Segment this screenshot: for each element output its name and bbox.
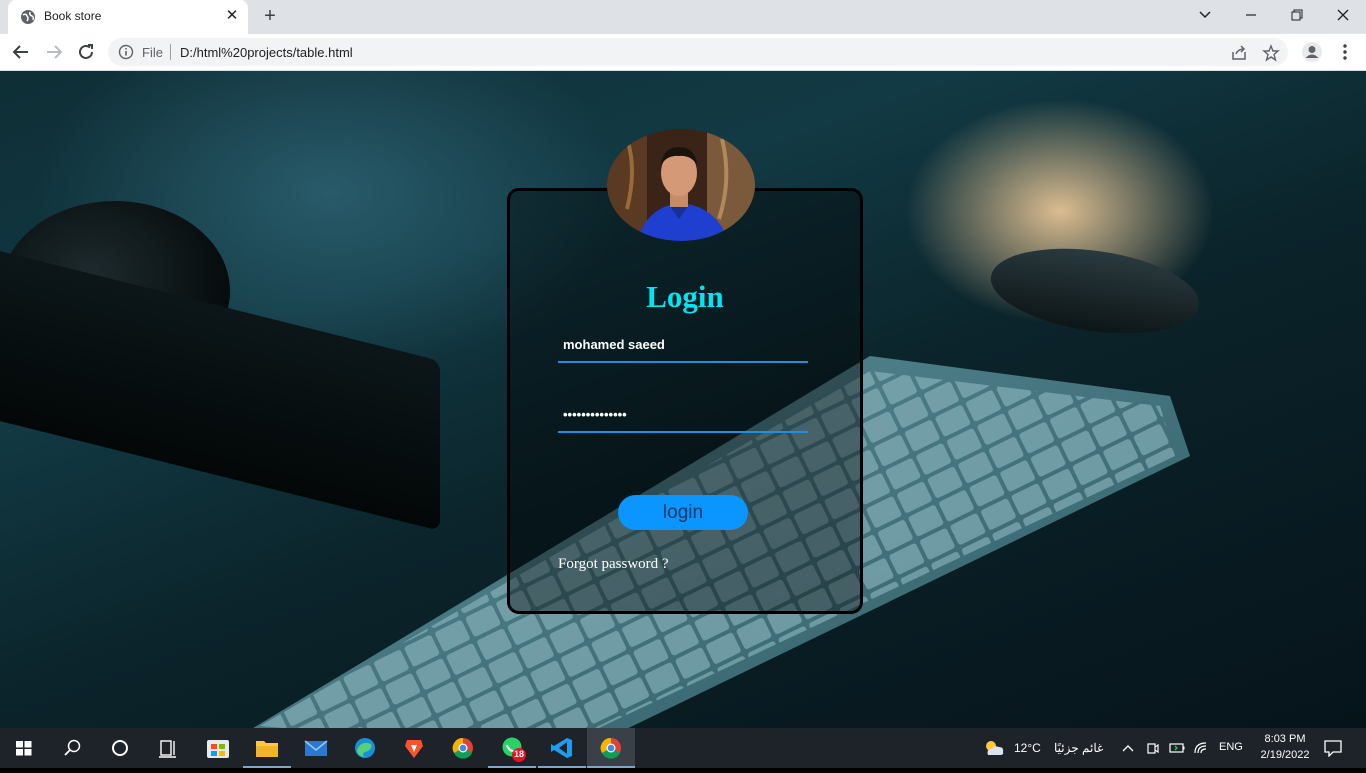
address-bar[interactable]: File D:/html%20projects/table.html xyxy=(108,38,1288,66)
language-indicator[interactable]: ENG xyxy=(1219,741,1243,753)
wifi-icon[interactable] xyxy=(1193,740,1209,756)
info-icon[interactable] xyxy=(118,44,134,60)
file-label: File xyxy=(142,45,163,60)
folder-icon xyxy=(256,741,278,757)
chrome-icon xyxy=(600,737,621,759)
new-tab-icon[interactable]: + xyxy=(260,6,280,26)
tab-book-store[interactable]: Book store ✕ xyxy=(8,0,248,34)
microsoft-store-icon[interactable] xyxy=(194,728,242,768)
reload-icon[interactable] xyxy=(75,41,97,63)
meet-now-icon[interactable] xyxy=(1145,740,1161,756)
whatsapp-taskbar-item[interactable]: 18 xyxy=(488,728,536,768)
weather-text[interactable]: غائم جزئيًا xyxy=(1054,741,1103,755)
notification-icon[interactable] xyxy=(1323,739,1343,757)
forgot-password-link[interactable]: Forgot password ? xyxy=(558,556,669,573)
globe-icon xyxy=(21,10,35,24)
clock-date: 2/19/2022 xyxy=(1260,749,1310,761)
browser-toolbar: File D:/html%20projects/table.html xyxy=(0,34,1366,71)
share-icon[interactable] xyxy=(1230,44,1248,62)
username-value: mohamed saeed xyxy=(563,337,665,352)
cortana-icon[interactable] xyxy=(96,728,144,768)
vscode-taskbar-item[interactable] xyxy=(538,728,586,768)
minimize-icon[interactable] xyxy=(1228,0,1274,30)
user-photo-icon xyxy=(607,129,755,241)
menu-kebab-icon[interactable] xyxy=(1334,41,1356,63)
profile-avatar xyxy=(607,129,755,241)
chrome-icon[interactable] xyxy=(439,728,487,768)
windows-taskbar: 18 12°C غائم جزئيًا ENG 8:03 PM 2/19/202… xyxy=(0,728,1366,768)
back-arrow-icon[interactable] xyxy=(10,41,32,63)
whatsapp-badge: 18 xyxy=(513,749,524,759)
battery-icon[interactable] xyxy=(1168,740,1186,756)
restore-icon[interactable] xyxy=(1274,0,1320,30)
windows-start-icon[interactable] xyxy=(0,728,48,768)
clock-time: 8:03 PM xyxy=(1264,733,1306,745)
password-input[interactable]: •••••••••••••• xyxy=(558,401,808,433)
chrome-active-taskbar-item[interactable] xyxy=(587,728,635,768)
profile-avatar-icon[interactable] xyxy=(1301,41,1323,63)
tab-search-icon[interactable] xyxy=(1182,0,1228,30)
password-value: •••••••••••••• xyxy=(563,407,627,422)
file-explorer-taskbar-item[interactable] xyxy=(243,728,291,768)
window-close-icon[interactable] xyxy=(1320,0,1366,30)
weather-temp[interactable]: 12°C xyxy=(1014,741,1041,755)
login-button[interactable]: login xyxy=(618,495,748,530)
bookmark-star-icon[interactable] xyxy=(1262,44,1280,62)
search-icon[interactable] xyxy=(48,728,96,768)
weather-cloud-icon[interactable] xyxy=(982,738,1006,758)
tab-strip: Book store ✕ + xyxy=(0,0,1366,34)
vscode-icon xyxy=(551,738,572,758)
url-text[interactable]: D:/html%20projects/table.html xyxy=(180,45,353,60)
tab-close-icon[interactable]: ✕ xyxy=(224,8,240,24)
chevron-up-icon[interactable] xyxy=(1121,742,1135,754)
tab-title: Book store xyxy=(44,9,102,23)
login-title: Login xyxy=(646,279,724,314)
mail-icon[interactable] xyxy=(292,728,340,768)
forward-arrow-icon[interactable] xyxy=(43,41,65,63)
system-clock[interactable]: 8:03 PM 2/19/2022 xyxy=(1252,731,1318,763)
task-view-icon[interactable] xyxy=(144,728,192,768)
page-background: Login mohamed saeed •••••••••••••• login… xyxy=(0,71,1366,728)
divider xyxy=(170,44,171,60)
username-input[interactable]: mohamed saeed xyxy=(558,331,808,363)
brave-browser-icon[interactable] xyxy=(390,728,438,768)
edge-browser-icon[interactable] xyxy=(341,728,389,768)
whatsapp-icon xyxy=(502,737,526,762)
